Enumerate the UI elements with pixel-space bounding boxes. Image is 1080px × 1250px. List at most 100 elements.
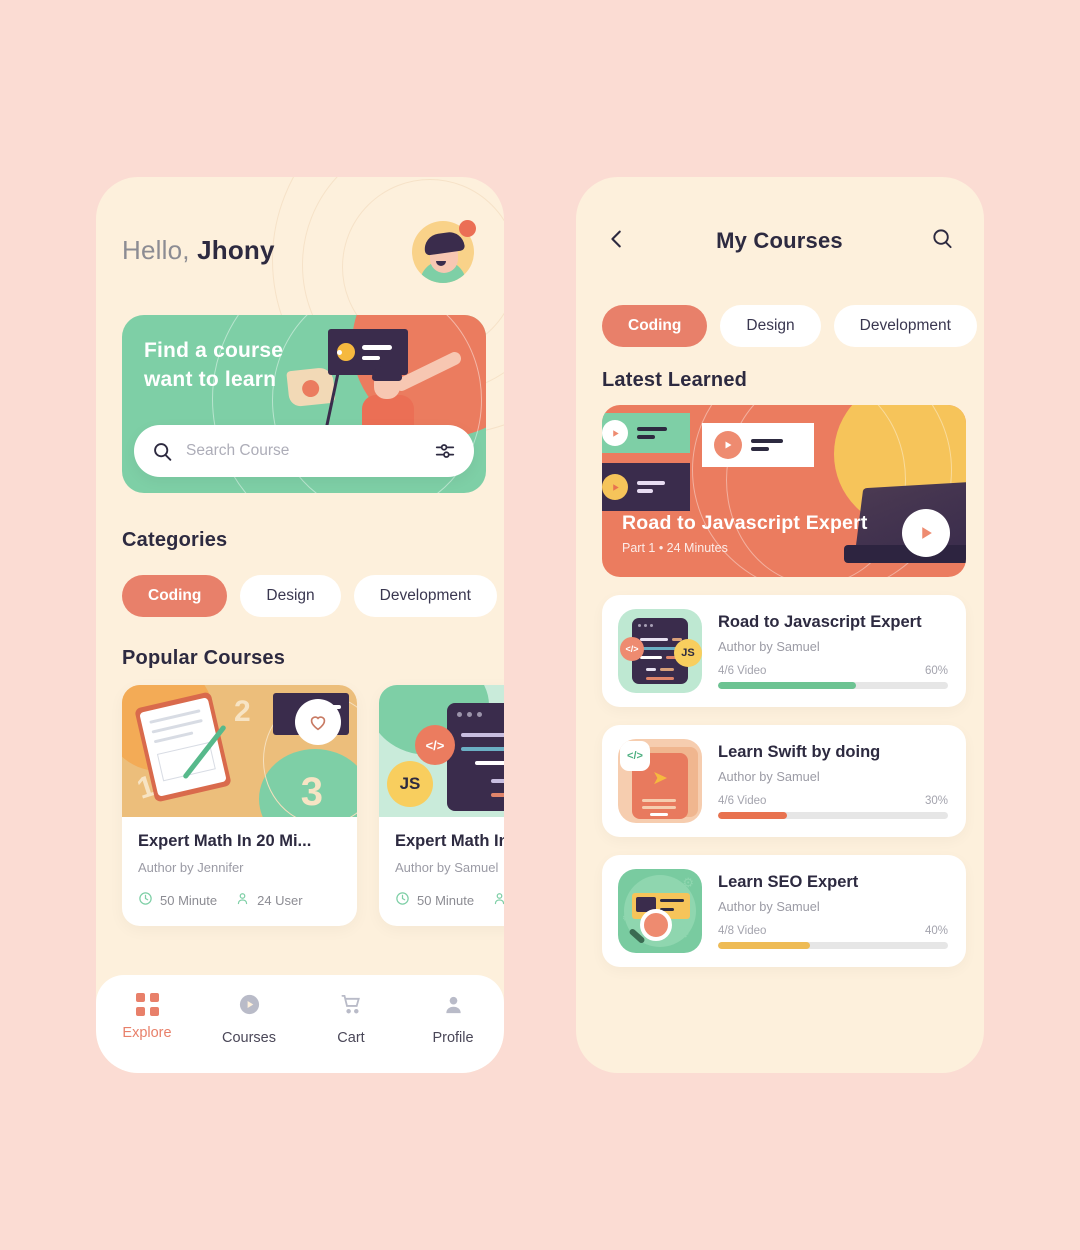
person-icon — [492, 891, 504, 909]
category-chip-design[interactable]: Design — [240, 575, 341, 617]
hero-title: Find a course want to learn — [144, 337, 283, 395]
code-badge-icon: </> — [620, 741, 650, 771]
laptop-base — [844, 545, 966, 563]
swift-bird-icon: ➤ — [652, 768, 668, 789]
course-title: Road to Javascript Expert — [718, 613, 922, 631]
gear-icon: ⚙ — [682, 875, 694, 890]
course-card-body: Expert Math In 20 Mi... Author by Jennif… — [122, 817, 357, 926]
window-dots — [638, 624, 653, 627]
mockup-stage: Hello, Jhony Find a course want to learn… — [0, 0, 1080, 1250]
avatar-hair — [422, 230, 466, 256]
course-card[interactable]: </> JS Expert Math In 20 Mi... Author by… — [379, 685, 504, 926]
progress-fill — [718, 812, 787, 819]
avatar[interactable] — [412, 220, 476, 283]
gear-icon: ⚙ — [675, 925, 690, 942]
video-tile — [602, 463, 690, 511]
board-line — [362, 345, 392, 350]
chevron-left-icon[interactable] — [606, 228, 628, 255]
course-author: Author by Samuel — [718, 639, 820, 654]
board-line — [362, 356, 380, 360]
course-thumbnail-code: </> JS — [379, 685, 504, 817]
course-title: Expert Math In 20 Mi... — [138, 832, 312, 850]
search-bar[interactable] — [134, 425, 474, 477]
progress-labels: 4/6 Video 60% — [718, 665, 948, 677]
search-icon[interactable] — [931, 227, 954, 255]
seo-line — [660, 899, 684, 902]
tile-lines — [751, 435, 783, 455]
featured-course-card[interactable]: Road to Javascript Expert Part 1 • 24 Mi… — [602, 405, 966, 577]
heart-icon[interactable] — [295, 699, 341, 745]
filter-chip-development[interactable]: Development — [833, 305, 977, 347]
progress-bar — [718, 942, 948, 949]
tab-label: Profile — [432, 1030, 474, 1046]
play-circle-icon — [238, 993, 261, 1021]
filter-chip-design[interactable]: Design — [720, 305, 821, 347]
course-filter-chip-list: Coding Design Development We — [602, 305, 984, 347]
play-icon — [714, 431, 742, 459]
progress-bar — [718, 682, 948, 689]
code-line — [491, 793, 504, 797]
tab-profile[interactable]: Profile — [402, 993, 504, 1046]
categories-heading: Categories — [122, 529, 228, 551]
filter-chip-coding[interactable]: Coding — [602, 305, 708, 347]
videos-count: 4/8 Video — [718, 925, 767, 937]
course-author: Author by Samuel — [718, 899, 820, 914]
list-item-info: Learn SEO Expert Author by Samuel 4/8 Vi… — [718, 873, 950, 949]
list-item[interactable]: ➤ </> Learn Swift by doing Author by Sam… — [602, 725, 966, 837]
course-duration-label: 50 Minute — [417, 892, 475, 908]
filter-icon[interactable] — [434, 440, 456, 462]
thumb-number: 2 — [234, 695, 251, 728]
hero-title-line2: want to learn — [144, 367, 277, 391]
tab-label: Cart — [337, 1030, 365, 1046]
course-author: Author by Samuel — [395, 860, 499, 875]
course-users: 24 User — [235, 891, 303, 909]
code-line — [461, 733, 504, 737]
videos-count: 4/6 Video — [718, 795, 767, 807]
person-icon — [442, 993, 465, 1021]
course-duration: 50 Minute — [138, 891, 217, 909]
progress-fill — [718, 942, 810, 949]
tile-lines — [637, 423, 667, 443]
greeting-name: Jhony — [197, 235, 275, 265]
search-icon — [152, 441, 173, 462]
tile-lines — [637, 477, 665, 497]
course-duration-label: 50 Minute — [160, 892, 218, 908]
progress-percent: 40% — [924, 925, 948, 937]
phone-screen-my-courses: My Courses Coding Design Development We … — [576, 177, 984, 1073]
course-author: Author by Jennifer — [138, 860, 244, 875]
code-badge-icon: </> — [415, 725, 455, 765]
list-item[interactable]: ⚙ ⚙ ⚙ Learn SEO Expert Author by Samuel … — [602, 855, 966, 967]
category-chip-coding[interactable]: Coding — [122, 575, 228, 617]
play-button[interactable] — [902, 509, 950, 557]
progress-percent: 30% — [924, 795, 948, 807]
hero-title-line1: Find a course — [144, 339, 284, 362]
list-item-info: Road to Javascript Expert Author by Samu… — [718, 613, 950, 689]
course-author: Author by Samuel — [718, 769, 820, 784]
search-input[interactable] — [186, 442, 434, 460]
greeting-text: Hello, Jhony — [122, 235, 275, 266]
tab-explore[interactable]: Explore — [96, 993, 198, 1041]
code-window-illustration — [447, 703, 504, 811]
gear-icon: ⚙ — [622, 913, 631, 924]
navigation-bar: My Courses — [576, 219, 984, 263]
js-badge-icon: JS — [674, 639, 702, 667]
tab-courses[interactable]: Courses — [198, 993, 300, 1046]
course-card[interactable]: 1 2 3 Expert Math In 20 Mi... Author by … — [122, 685, 357, 926]
notification-dot — [459, 220, 476, 237]
course-card-body: Expert Math In 20 Mi... Author by Samuel… — [379, 817, 504, 926]
thumb-number: 3 — [300, 770, 323, 814]
tab-cart[interactable]: Cart — [300, 993, 402, 1046]
featured-course-meta: Part 1 • 24 Minutes — [622, 541, 728, 555]
progress-labels: 4/8 Video 40% — [718, 925, 948, 937]
window-dots — [457, 712, 482, 717]
popular-courses-heading: Popular Courses — [122, 647, 286, 669]
course-meta: 50 Minute 24 User — [395, 891, 504, 909]
list-item[interactable]: </> JS Road to Javascript Expert Author … — [602, 595, 966, 707]
course-list: </> JS Road to Javascript Expert Author … — [602, 595, 966, 985]
page-title: My Courses — [716, 228, 843, 253]
latest-learned-heading: Latest Learned — [602, 369, 748, 391]
course-thumbnail-swift: ➤ </> — [618, 739, 702, 823]
category-chip-development[interactable]: Development — [353, 575, 497, 617]
code-badge-icon: </> — [620, 637, 644, 661]
greeting-prefix: Hello, — [122, 235, 198, 265]
